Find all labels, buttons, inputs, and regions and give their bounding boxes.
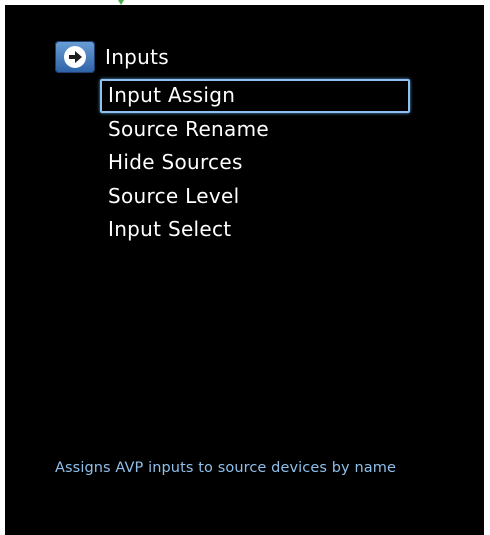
menu-item-hide-sources[interactable]: Hide Sources — [100, 146, 410, 180]
menu-title: Inputs — [105, 45, 170, 69]
menu-list: Input Assign Source Rename Hide Sources … — [100, 79, 410, 247]
menu-item-source-level[interactable]: Source Level — [100, 180, 410, 214]
osd-screen: Inputs Input Assign Source Rename Hide S… — [5, 5, 484, 535]
help-text: Assigns AVP inputs to source devices by … — [55, 460, 396, 476]
menu-item-input-select[interactable]: Input Select — [100, 213, 410, 247]
menu-header: Inputs — [55, 41, 169, 73]
arrow-right-circle-icon — [55, 41, 95, 73]
menu-item-source-rename[interactable]: Source Rename — [100, 113, 410, 147]
menu-item-input-assign[interactable]: Input Assign — [100, 79, 410, 113]
